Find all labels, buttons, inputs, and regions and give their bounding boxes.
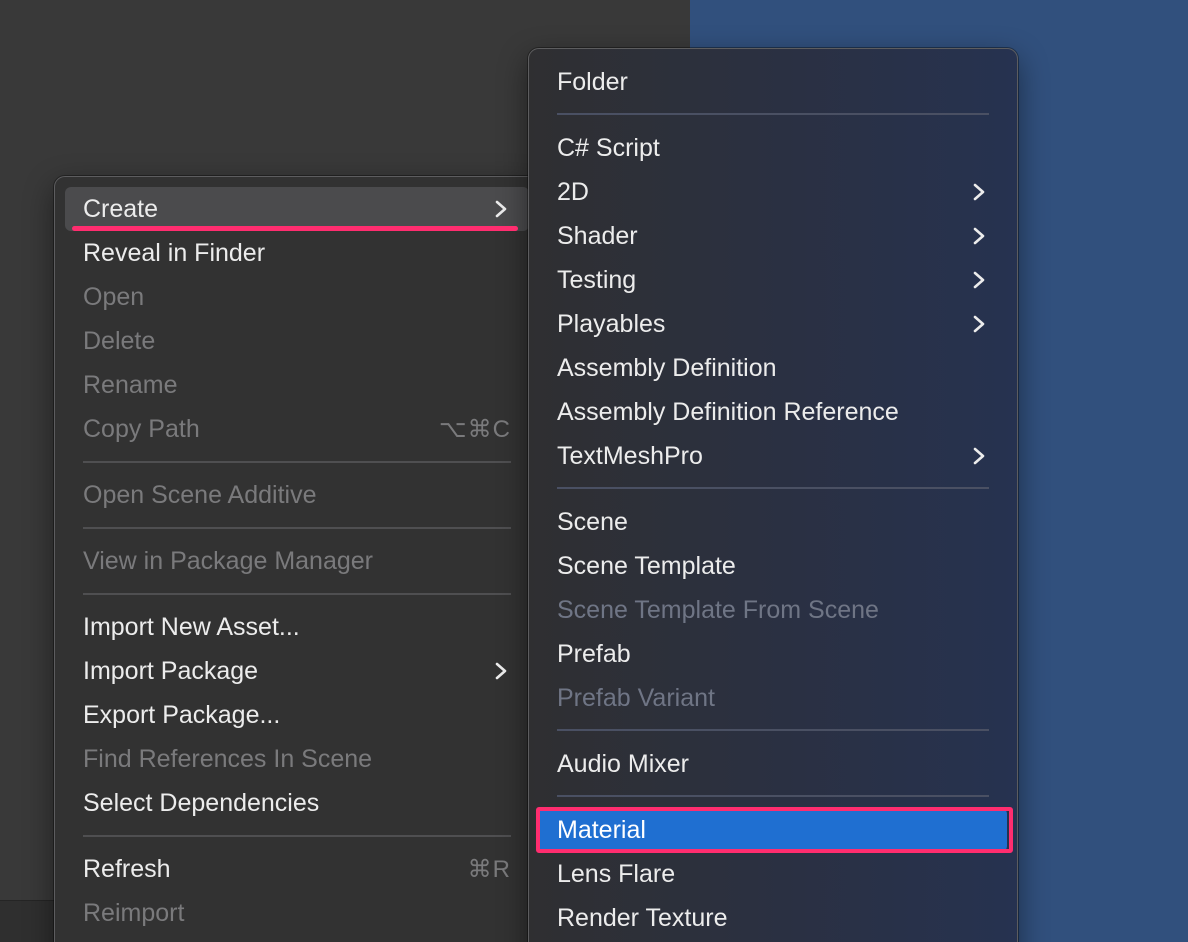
submenu-item-2d[interactable]: 2D	[539, 170, 1007, 214]
menu-item-reveal-in-finder[interactable]: Reveal in Finder	[65, 231, 529, 275]
menu-item-label: Rename	[83, 370, 178, 399]
menu-separator	[557, 729, 989, 731]
submenu-item-lens-flare[interactable]: Lens Flare	[539, 852, 1007, 896]
menu-item-find-references-in-scene: Find References In Scene	[65, 737, 529, 781]
chevron-right-icon	[491, 661, 511, 681]
menu-item-label: Select Dependencies	[83, 788, 320, 817]
menu-item-rename: Rename	[65, 363, 529, 407]
menu-item-select-dependencies[interactable]: Select Dependencies	[65, 781, 529, 825]
menu-item-open-scene-additive: Open Scene Additive	[65, 473, 529, 517]
submenu-item-testing[interactable]: Testing	[539, 258, 1007, 302]
submenu-item-prefab-variant: Prefab Variant	[539, 676, 1007, 720]
create-highlight-underline	[72, 226, 518, 231]
submenu-item-scene-template-from-scene: Scene Template From Scene	[539, 588, 1007, 632]
submenu-item-playables[interactable]: Playables	[539, 302, 1007, 346]
menu-item-label: TextMeshPro	[557, 441, 703, 470]
menu-separator	[557, 795, 989, 797]
menu-separator	[557, 113, 989, 115]
submenu-item-scene[interactable]: Scene	[539, 500, 1007, 544]
menu-item-label: Render Texture	[557, 903, 728, 932]
menu-item-view-in-package-manager: View in Package Manager	[65, 539, 529, 583]
menu-item-label: View in Package Manager	[83, 546, 373, 575]
menu-item-label: Import New Asset...	[83, 612, 300, 641]
menu-item-label: Reimport	[83, 898, 185, 927]
menu-item-label: Open	[83, 282, 145, 311]
menu-separator	[557, 487, 989, 489]
submenu-item-assembly-definition-reference[interactable]: Assembly Definition Reference	[539, 390, 1007, 434]
menu-item-label: Prefab Variant	[557, 683, 715, 712]
shortcut-label: ⌥⌘C	[439, 415, 511, 443]
menu-separator	[83, 593, 511, 595]
submenu-item-render-texture[interactable]: Render Texture	[539, 896, 1007, 940]
menu-item-label: Assembly Definition	[557, 353, 777, 382]
chevron-right-icon	[969, 226, 989, 246]
menu-item-label: Scene	[557, 507, 628, 536]
menu-item-open: Open	[65, 275, 529, 319]
menu-item-delete: Delete	[65, 319, 529, 363]
menu-item-label: C# Script	[557, 133, 660, 162]
chevron-right-icon	[491, 199, 511, 219]
menu-item-copy-path: Copy Path ⌥⌘C	[65, 407, 529, 451]
menu-item-label: Import Package	[83, 656, 259, 685]
menu-item-export-package[interactable]: Export Package...	[65, 693, 529, 737]
submenu-item-audio-mixer[interactable]: Audio Mixer	[539, 742, 1007, 786]
project-context-menu: Create Reveal in Finder Open Delete Rena…	[54, 176, 540, 942]
submenu-item-csharp-script[interactable]: C# Script	[539, 126, 1007, 170]
menu-item-label: Scene Template From Scene	[557, 595, 879, 624]
menu-item-reimport: Reimport	[65, 891, 529, 935]
menu-item-label: Assembly Definition Reference	[557, 397, 899, 426]
material-highlight-box	[536, 807, 1013, 853]
menu-item-label: Delete	[83, 326, 156, 355]
menu-separator	[83, 461, 511, 463]
chevron-right-icon	[969, 446, 989, 466]
menu-item-label: Scene Template	[557, 551, 736, 580]
shortcut-label: ⌘R	[467, 855, 511, 883]
unity-editor-background: Create Reveal in Finder Open Delete Rena…	[0, 0, 1188, 942]
menu-item-label: Reveal in Finder	[83, 238, 266, 267]
menu-item-label: Folder	[557, 67, 628, 96]
menu-item-refresh[interactable]: Refresh ⌘R	[65, 847, 529, 891]
chevron-right-icon	[969, 270, 989, 290]
chevron-right-icon	[969, 182, 989, 202]
menu-item-label: Prefab	[557, 639, 631, 668]
menu-item-label: Open Scene Additive	[83, 480, 317, 509]
menu-item-label: 2D	[557, 177, 589, 206]
menu-item-import-package[interactable]: Import Package	[65, 649, 529, 693]
menu-item-label: Lens Flare	[557, 859, 676, 888]
submenu-item-textmeshpro[interactable]: TextMeshPro	[539, 434, 1007, 478]
submenu-item-assembly-definition[interactable]: Assembly Definition	[539, 346, 1007, 390]
menu-item-import-new-asset[interactable]: Import New Asset...	[65, 605, 529, 649]
menu-item-label: Audio Mixer	[557, 749, 689, 778]
menu-item-label: Find References In Scene	[83, 744, 373, 773]
menu-item-create[interactable]: Create	[65, 187, 529, 231]
chevron-right-icon	[969, 314, 989, 334]
menu-item-label: Create	[83, 194, 159, 223]
menu-separator	[83, 835, 511, 837]
submenu-item-scene-template[interactable]: Scene Template	[539, 544, 1007, 588]
menu-separator	[83, 527, 511, 529]
submenu-item-prefab[interactable]: Prefab	[539, 632, 1007, 676]
menu-item-label: Playables	[557, 309, 666, 338]
menu-item-label: Export Package...	[83, 700, 281, 729]
submenu-item-shader[interactable]: Shader	[539, 214, 1007, 258]
menu-item-label: Testing	[557, 265, 637, 294]
menu-item-label: Copy Path	[83, 414, 200, 443]
submenu-item-folder[interactable]: Folder	[539, 60, 1007, 104]
menu-item-label: Shader	[557, 221, 638, 250]
menu-item-label: Refresh	[83, 854, 171, 883]
